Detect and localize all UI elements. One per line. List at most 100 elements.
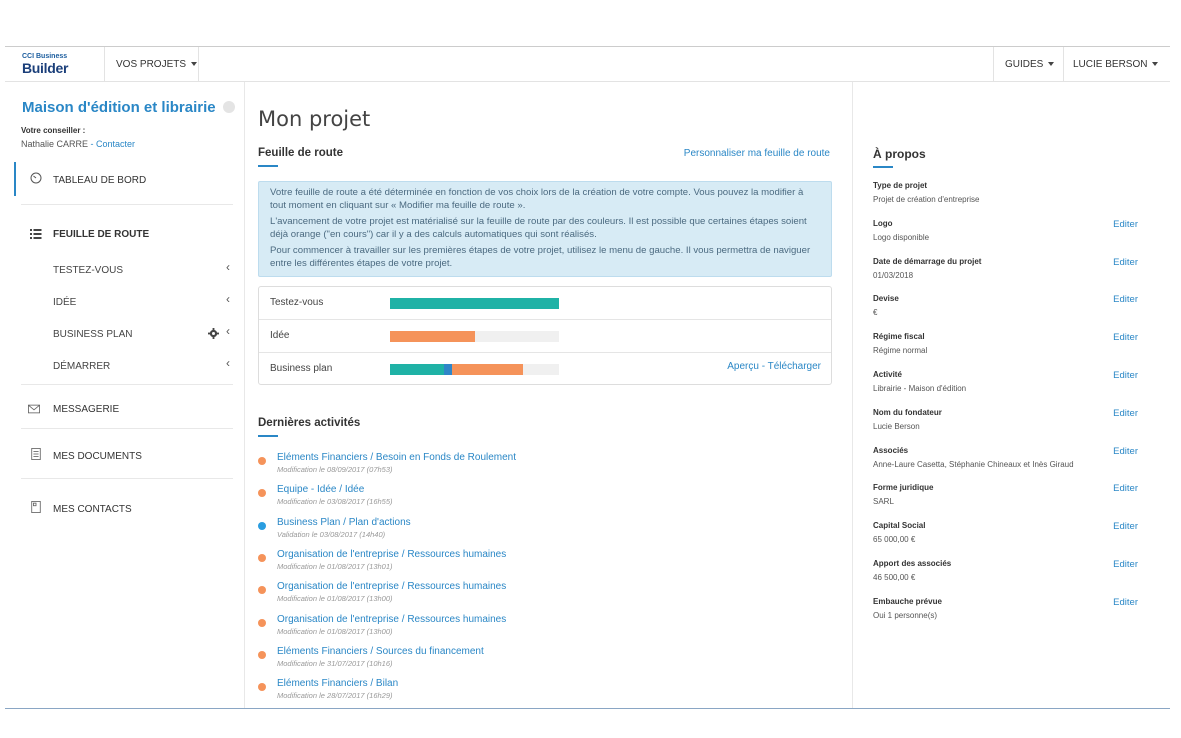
personalize-roadmap-link[interactable]: Personnaliser ma feuille de route: [684, 148, 830, 159]
contact-link[interactable]: Contacter: [96, 139, 135, 149]
info-paragraph: Pour commencer à travailler sur les prem…: [270, 245, 811, 269]
sidebar-divider: [21, 428, 233, 429]
edit-link[interactable]: Editer: [1113, 446, 1138, 457]
app-logo[interactable]: CCI Business Builder: [5, 47, 105, 82]
field-value: 65 000,00 €: [873, 535, 916, 545]
sidebar-divider: [21, 204, 233, 205]
status-dot: [258, 457, 266, 465]
edit-link[interactable]: Editer: [1113, 332, 1138, 343]
title-underline: [258, 435, 278, 437]
field-value: Régime normal: [873, 346, 928, 356]
activity-timestamp: Modification le 01/08/2017 (13h01): [277, 561, 393, 571]
activity-link[interactable]: Equipe - Idée / Idée: [277, 484, 364, 495]
about-field: Nom du fondateur Lucie Berson Editer: [873, 408, 1163, 431]
sidebar-item-label: TABLEAU DE BORD: [53, 175, 147, 186]
logo-small-text: CCI Business: [22, 53, 68, 60]
edit-link[interactable]: Editer: [1113, 597, 1138, 608]
about-field: Devise € Editer: [873, 294, 1163, 317]
sidebar: Maison d'édition et librairie Votre cons…: [5, 82, 245, 708]
activity-link[interactable]: Eléments Financiers / Besoin en Fonds de…: [277, 452, 516, 463]
roadmap-title: Feuille de route: [258, 147, 343, 159]
field-value: Anne-Laure Casetta, Stéphanie Chineaux e…: [873, 459, 1074, 469]
user-menu-label: LUCIE BERSON: [1073, 59, 1148, 70]
about-field: Apport des associés 46 500,00 € Editer: [873, 559, 1163, 582]
edit-link[interactable]: Editer: [1113, 408, 1138, 419]
caret-down-icon: [191, 62, 198, 67]
progress-row[interactable]: Idée: [259, 320, 831, 353]
advisor-separator: -: [88, 139, 97, 149]
caret-down-icon: [1152, 62, 1159, 67]
progress-label: Testez-vous: [270, 297, 324, 308]
sidebar-item-label: MES DOCUMENTS: [53, 451, 142, 462]
about-field: Régime fiscal Régime normal Editer: [873, 332, 1163, 355]
about-field: Associés Anne-Laure Casetta, Stéphanie Ch…: [873, 446, 1163, 469]
title-underline: [873, 166, 893, 168]
sidebar-item-label: FEUILLE DE ROUTE: [53, 229, 150, 240]
about-field: Logo Logo disponible Editer: [873, 219, 1163, 242]
field-value: Projet de création d'entreprise: [873, 195, 980, 204]
sidebar-subitem-demarrer[interactable]: DÉMARRER: [53, 361, 110, 372]
caret-down-icon: [1048, 62, 1055, 67]
progress-segment: [390, 331, 475, 342]
progress-table: Testez-vous Idée Business plan Aperçu - …: [258, 286, 832, 385]
edit-link[interactable]: Editer: [1113, 483, 1138, 494]
progress-bar: [390, 331, 559, 342]
edit-link[interactable]: Editer: [1113, 294, 1138, 305]
sidebar-item-label: MES CONTACTS: [53, 504, 132, 515]
advisor-label: Votre conseiller :: [21, 126, 86, 135]
activity-timestamp: Modification le 03/08/2017 (16h55): [277, 497, 393, 507]
field-value: 46 500,00 €: [873, 573, 916, 582]
activity-timestamp: Modification le 28/07/2017 (16h29): [277, 691, 393, 701]
page-title: Mon projet: [258, 107, 371, 131]
progress-segment: [444, 364, 452, 375]
activity-link[interactable]: Business Plan / Plan d'actions: [277, 517, 411, 528]
progress-row[interactable]: Testez-vous: [259, 287, 831, 320]
edit-link[interactable]: Editer: [1113, 370, 1138, 381]
progress-row[interactable]: Business plan Aperçu - Télécharger: [259, 353, 831, 386]
activities-title: Dernières activités: [258, 417, 361, 429]
activity-link[interactable]: Organisation de l'entreprise / Ressource…: [277, 581, 506, 592]
user-menu[interactable]: LUCIE BERSON: [1073, 47, 1159, 82]
activity-link[interactable]: Organisation de l'entreprise / Ressource…: [277, 614, 506, 625]
activity-link[interactable]: Eléments Financiers / Sources du finance…: [277, 646, 484, 657]
project-settings-icon[interactable]: [223, 101, 235, 113]
activity-timestamp: Modification le 01/08/2017 (13h00): [277, 626, 393, 636]
gear-icon[interactable]: [208, 328, 219, 339]
chevron-left-icon[interactable]: ‹: [226, 356, 230, 370]
logo-big-text: Builder: [22, 60, 69, 76]
project-title[interactable]: Maison d'édition et librairie: [22, 99, 216, 116]
sidebar-subitem-business-plan[interactable]: BUSINESS PLAN: [53, 329, 132, 340]
chevron-left-icon[interactable]: ‹: [226, 292, 230, 306]
address-book-icon: [31, 501, 41, 513]
field-value: 01/03/2018: [873, 270, 914, 280]
info-paragraph: Votre feuille de route a été déterminée …: [270, 187, 804, 211]
field-value: Lucie Berson: [873, 421, 920, 431]
chevron-left-icon[interactable]: ‹: [226, 260, 230, 274]
chevron-left-icon[interactable]: ‹: [226, 324, 230, 338]
edit-link[interactable]: Editer: [1113, 257, 1138, 268]
advisor-name: Nathalie CARRE: [21, 139, 89, 149]
about-field: Embauche prévue Oui 1 personne(s) Editer: [873, 597, 1163, 620]
document-icon: [31, 448, 41, 460]
nav-divider: [1063, 47, 1064, 82]
sidebar-subitem-idee[interactable]: IDÉE: [53, 297, 76, 308]
activity-link[interactable]: Organisation de l'entreprise / Ressource…: [277, 549, 506, 560]
preview-download-links[interactable]: Aperçu - Télécharger: [727, 361, 821, 372]
projects-menu[interactable]: VOS PROJETS: [116, 47, 198, 82]
activity-timestamp: Modification le 31/07/2017 (10h16): [277, 658, 393, 668]
list-icon: [30, 229, 42, 239]
guides-menu[interactable]: GUIDES: [1005, 47, 1055, 82]
advisor-line: Nathalie CARRE - Contacter: [21, 139, 135, 149]
info-paragraph: L'avancement de votre projet est matéria…: [270, 216, 807, 240]
edit-link[interactable]: Editer: [1113, 521, 1138, 532]
edit-link[interactable]: Editer: [1113, 219, 1138, 230]
about-field: Type de projet Projet de création d'entre…: [873, 181, 1163, 204]
about-title: À propos: [873, 147, 926, 161]
sidebar-divider: [21, 384, 233, 385]
edit-link[interactable]: Editer: [1113, 559, 1138, 570]
field-value: SARL: [873, 497, 894, 507]
sidebar-subitem-testez-vous[interactable]: TESTEZ-VOUS: [53, 265, 123, 276]
activity-timestamp: Modification le 08/09/2017 (07h53): [277, 465, 393, 474]
activity-link[interactable]: Eléments Financiers / Bilan: [277, 678, 398, 689]
status-dot: [258, 489, 266, 498]
